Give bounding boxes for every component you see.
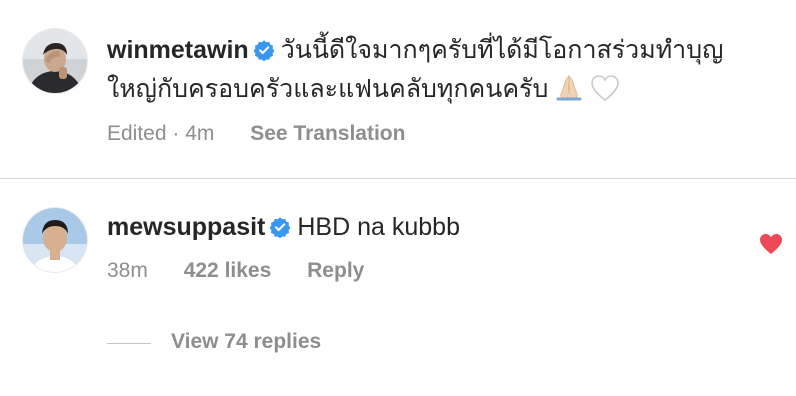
verified-badge-icon [253,40,275,61]
white-heart-icon [590,74,620,111]
post-caption: winmetawin วันนี้ดีใจมากๆครับที่ได้มีโอก… [0,0,796,178]
caption-text-line-2: ใหญ่กับครอบครัวและแฟนคลับทุกคนครับ [107,75,549,103]
folded-hands-icon [554,72,584,111]
comment-time: 38m [107,259,148,282]
caption-divider [0,178,796,179]
likes-count-button[interactable]: 422 likes [184,259,272,282]
comment-text: HBD na kubbb [297,213,460,241]
comment-username[interactable]: mewsuppasit [107,213,265,241]
caption-line-1: winmetawin วันนี้ดีใจมากๆครับที่ได้มีโอก… [107,33,723,67]
caption-edited-time: Edited · 4m [107,122,215,145]
avatar-photo-icon [23,29,87,93]
verified-badge-icon [269,217,291,238]
see-translation-button[interactable]: See Translation [250,122,405,145]
heart-like-icon[interactable] [759,233,783,255]
caption-username[interactable]: winmetawin [107,36,249,64]
avatar-winmetawin[interactable] [23,29,87,93]
caption-text-line-1: วันนี้ดีใจมากๆครับที่ได้มีโอกาสร่วมทำบุญ [280,36,724,64]
reply-button[interactable]: Reply [307,259,364,282]
avatar-photo-icon [23,208,87,272]
comment-meta: 38m 422 likes Reply [107,259,364,283]
caption-line-2: ใหญ่กับครอบครัวและแฟนคลับทุกคนครับ [107,72,620,111]
replies-divider-line [107,343,151,344]
comment-line: mewsuppasit HBD na kubbb [107,210,460,244]
avatar-mewsuppasit[interactable] [23,208,87,272]
caption-meta: Edited · 4m See Translation [107,122,405,146]
view-replies-button[interactable]: View 74 replies [171,330,321,354]
